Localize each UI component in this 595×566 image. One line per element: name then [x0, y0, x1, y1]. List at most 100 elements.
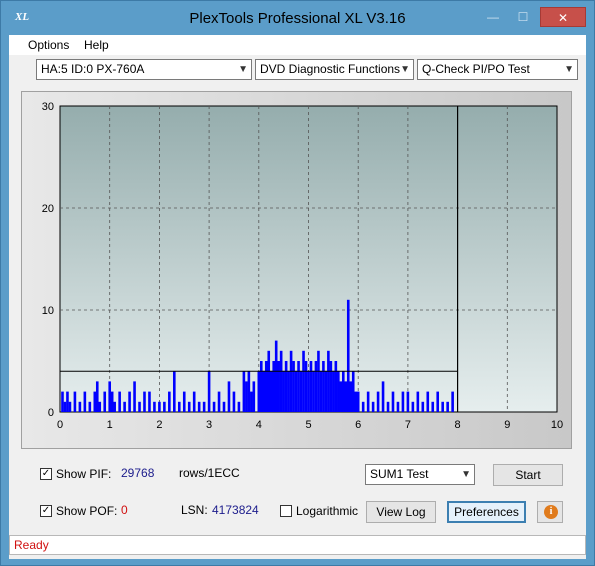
chart-bar — [284, 361, 288, 412]
x-tick-label: 0 — [57, 419, 63, 431]
x-tick-label: 3 — [206, 419, 212, 431]
chart-bar — [113, 401, 116, 412]
y-tick-label: 30 — [42, 101, 54, 113]
menu-bar: Options Help — [9, 35, 586, 55]
chart-bar — [436, 391, 440, 412]
chart-bar — [63, 401, 67, 412]
chart-bar — [411, 401, 415, 412]
chart-bar — [163, 401, 166, 412]
chart-bar — [227, 381, 231, 412]
info-button[interactable]: i — [537, 501, 563, 523]
chart-bar — [272, 361, 276, 412]
status-bar: Ready — [9, 535, 586, 555]
chart-bar — [108, 381, 111, 412]
start-button[interactable]: Start — [493, 464, 563, 486]
chart-bar — [341, 371, 345, 412]
drive-select-value: HA:5 ID:0 PX-760A — [41, 62, 145, 76]
chart-bar — [396, 401, 400, 412]
chart-bar — [421, 401, 425, 412]
chart-bar — [446, 401, 449, 412]
status-text: Ready — [14, 538, 49, 552]
close-button[interactable]: ✕ — [540, 7, 586, 27]
chart-bar — [128, 391, 131, 412]
chart-bar — [192, 391, 196, 412]
pif-value: 29768 — [121, 466, 155, 480]
chart-bar — [73, 391, 77, 412]
chart-bar — [312, 371, 315, 412]
chart-bar — [202, 401, 206, 412]
chart-bar — [197, 401, 201, 412]
chart-bar — [247, 371, 251, 412]
menu-options[interactable]: Options — [28, 38, 69, 52]
sum-test-select[interactable]: SUM1 Test ▼ — [365, 464, 475, 485]
y-tick-label: 0 — [48, 407, 54, 419]
chart-bar — [217, 391, 221, 412]
chart-bar — [282, 371, 285, 412]
x-tick-label: 8 — [455, 419, 461, 431]
chart-bar — [431, 401, 435, 412]
chart-bar — [406, 391, 410, 412]
info-icon: i — [544, 505, 558, 519]
chart-bar — [78, 401, 82, 412]
show-pof-label: Show POF: — [56, 504, 118, 518]
x-tick-label: 9 — [504, 419, 510, 431]
chevron-down-icon: ▼ — [564, 64, 574, 75]
chart-bar — [307, 371, 310, 412]
chart-bar — [319, 371, 323, 412]
view-log-button[interactable]: View Log — [366, 501, 436, 523]
test-select[interactable]: Q-Check PI/PO Test ▼ — [417, 59, 578, 80]
app-window: XL PlexTools Professional XL V3.16 — ☐ ✕… — [0, 0, 595, 566]
chart-bar — [93, 391, 97, 412]
client-area: Options Help HA:5 ID:0 PX-760A ▼ DVD Dia… — [9, 35, 586, 559]
chart-bar — [329, 361, 333, 412]
chart-bar — [344, 381, 348, 412]
chevron-down-icon: ▼ — [238, 64, 248, 75]
chart-bar — [332, 371, 335, 412]
chart-bar — [349, 381, 353, 412]
chart-bar — [242, 371, 246, 412]
chart-bar — [279, 350, 283, 412]
chart-bar — [207, 371, 211, 412]
chart-bar — [173, 371, 176, 412]
preferences-button[interactable]: Preferences — [447, 501, 526, 523]
chart-bar — [287, 371, 290, 412]
chart-bar — [426, 391, 430, 412]
chart-bar — [309, 361, 313, 412]
drive-select[interactable]: HA:5 ID:0 PX-760A ▼ — [36, 59, 252, 80]
chart-bar — [232, 391, 236, 412]
title-bar: XL PlexTools Professional XL V3.16 — ☐ ✕ — [1, 1, 594, 35]
menu-help[interactable]: Help — [84, 38, 109, 52]
minimize-button[interactable]: — — [477, 7, 509, 27]
logarithmic-label: Logarithmic — [296, 504, 359, 518]
y-tick-label: 20 — [42, 203, 54, 215]
show-pif-checkbox[interactable]: ✓ — [40, 468, 52, 480]
x-tick-label: 5 — [305, 419, 311, 431]
show-pof-checkbox[interactable]: ✓ — [40, 505, 52, 517]
chart-bar — [441, 401, 444, 412]
chart-bar — [297, 361, 300, 412]
chart-bar — [274, 340, 278, 412]
chart-bar — [103, 391, 107, 412]
chart-bar — [381, 381, 385, 412]
toolbar: HA:5 ID:0 PX-760A ▼ DVD Diagnostic Funct… — [9, 55, 586, 87]
chart-bar — [168, 391, 171, 412]
function-select[interactable]: DVD Diagnostic Functions ▼ — [255, 59, 414, 80]
pi-chart: 0 1 2 3 4 5 6 7 8 9 10 0 10 20 30 — [22, 92, 571, 448]
logarithmic-checkbox[interactable] — [280, 505, 292, 517]
chart-bar — [61, 391, 64, 412]
chart-bar — [289, 350, 293, 412]
chart-bar — [187, 401, 191, 412]
chart-bar — [123, 401, 126, 412]
chart-bar — [212, 401, 216, 412]
x-tick-label: 7 — [405, 419, 411, 431]
chart-bar — [356, 391, 360, 412]
chart-bar — [302, 350, 305, 412]
pif-unit: rows/1ECC — [179, 466, 240, 480]
chart-bar — [264, 361, 268, 412]
chart-bar — [451, 391, 454, 412]
chart-bar — [339, 381, 343, 412]
chart-bar — [269, 371, 273, 412]
maximize-button[interactable]: ☐ — [507, 7, 539, 27]
chart-bar — [153, 401, 156, 412]
chart-bar — [148, 391, 151, 412]
